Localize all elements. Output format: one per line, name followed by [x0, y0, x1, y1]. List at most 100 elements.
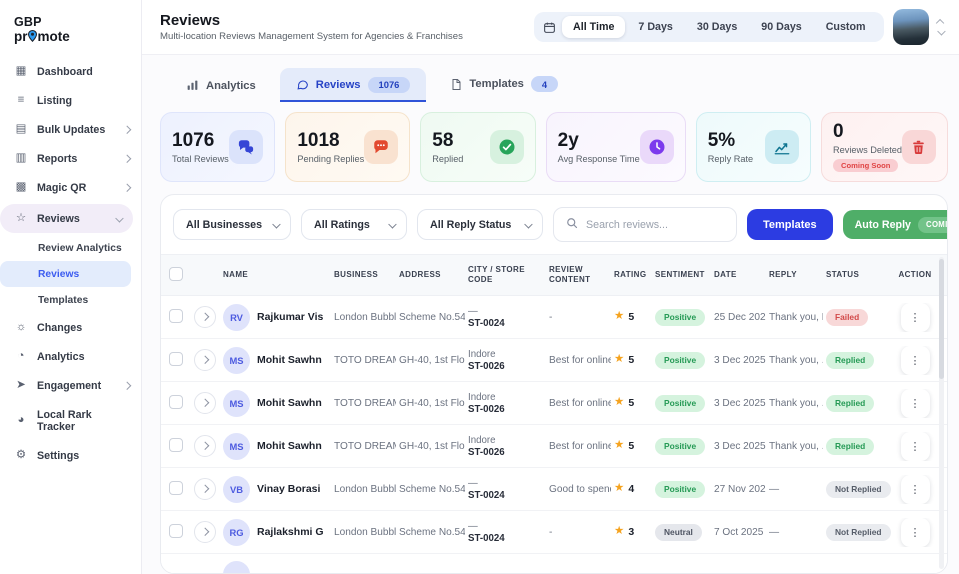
reviewer-avatar: MS	[223, 347, 250, 374]
sidebar-item-bulk-updates[interactable]: ▤ Bulk Updates	[0, 115, 141, 144]
expand-row-button[interactable]	[194, 478, 216, 500]
sidebar-item-dashboard[interactable]: ▦ Dashboard	[0, 57, 141, 86]
sentiment-cell: Positive	[655, 352, 711, 369]
store-code-value: ST-0024	[468, 533, 546, 544]
table-row: RG Rajlakshmi G London Bubble... Scheme …	[161, 511, 947, 554]
tab-count-badge: 4	[531, 76, 558, 92]
sidebar-item-listing[interactable]: ≡ Listing	[0, 86, 141, 115]
table-scrollbar-thumb[interactable]	[939, 259, 944, 379]
store-code-value: ST-0024	[468, 318, 546, 329]
expand-row-button[interactable]	[194, 521, 216, 543]
kebab-menu-icon: ⋮	[910, 526, 921, 539]
tab-bar: Analytics Reviews 1076 Templates 4	[160, 62, 948, 102]
status-cell: Not Replied	[826, 524, 892, 541]
partial-row	[161, 554, 947, 574]
row-checkbox[interactable]	[169, 524, 183, 538]
column-header-reply[interactable]: REPLY	[769, 270, 823, 280]
store-code-value: ST-0026	[468, 361, 546, 372]
sidebar-item-reviews[interactable]: ☆ Reviews	[0, 204, 133, 233]
auto-reply-button[interactable]: Auto Reply COMING SOON	[843, 210, 948, 239]
reviewer-name: Rajkumar Vis	[257, 311, 323, 323]
changes-icon: ☼	[14, 322, 28, 334]
search-input[interactable]	[586, 219, 724, 231]
column-header-address[interactable]: ADDRESS	[399, 270, 465, 280]
ratings-filter-dropdown[interactable]: All Ratings	[301, 209, 407, 240]
sidebar-item-label: Local Rark Tracker	[37, 409, 129, 433]
table-header: NAME BUSINESS ADDRESS CITY / STORE CODE …	[161, 254, 947, 296]
column-header-rating[interactable]: RATING	[614, 270, 652, 280]
status-cell: Replied	[826, 395, 892, 412]
column-header-date[interactable]: DATE	[714, 270, 766, 280]
row-actions-button[interactable]: ⋮	[901, 432, 930, 461]
row-actions-button[interactable]: ⋮	[901, 475, 930, 504]
row-checkbox[interactable]	[169, 395, 183, 409]
row-actions-button[interactable]: ⋮	[901, 303, 930, 332]
city-store-cell: — ST-0024	[468, 520, 546, 544]
row-actions-button[interactable]: ⋮	[901, 346, 930, 375]
sidebar-item-changes[interactable]: ☼ Changes	[0, 313, 141, 342]
sidebar-item-reports[interactable]: ▥ Reports	[0, 144, 141, 173]
range-30-days[interactable]: 30 Days	[686, 16, 748, 38]
stat-label: Total Reviews	[172, 154, 229, 164]
reply-status-filter-dropdown[interactable]: All Reply Status	[417, 209, 543, 240]
expand-row-button[interactable]	[194, 306, 216, 328]
chevron-right-icon	[201, 528, 209, 536]
profile-selector-icon[interactable]	[938, 20, 946, 34]
column-header-sentiment[interactable]: SENTIMENT	[655, 270, 711, 280]
range-90-days[interactable]: 90 Days	[750, 16, 812, 38]
range-all-time[interactable]: All Time	[562, 16, 625, 38]
tab-reviews[interactable]: Reviews 1076	[280, 68, 427, 103]
stats-row: 1076 Total Reviews 1018 Pending Replies	[160, 112, 948, 182]
row-actions-button[interactable]: ⋮	[901, 389, 930, 418]
select-all-checkbox[interactable]	[169, 267, 183, 281]
column-header-business[interactable]: BUSINESS	[334, 270, 396, 280]
tab-templates[interactable]: Templates 4	[434, 67, 574, 102]
status-badge: Failed	[826, 309, 868, 326]
row-checkbox[interactable]	[169, 352, 183, 366]
star-icon: ★	[614, 397, 624, 409]
column-header-review-content[interactable]: REVIEW CONTENT	[549, 265, 611, 286]
sidebar-subitem-templates[interactable]: Templates	[0, 287, 141, 313]
column-header-city-store-code[interactable]: CITY / STORE CODE	[468, 265, 546, 286]
range-custom[interactable]: Custom	[815, 16, 877, 38]
sidebar-item-magic-qr[interactable]: ▩ Magic QR	[0, 173, 141, 202]
templates-button[interactable]: Templates	[747, 209, 833, 240]
tab-analytics[interactable]: Analytics	[170, 70, 272, 102]
rating-cell: ★ 4	[614, 483, 652, 495]
sidebar-item-settings[interactable]: ⚙ Settings	[0, 441, 141, 470]
column-header-name[interactable]: NAME	[223, 270, 331, 280]
check-circle-icon	[490, 130, 524, 164]
sidebar-subitem-reviews[interactable]: Reviews	[0, 261, 131, 287]
row-checkbox[interactable]	[169, 309, 183, 323]
expand-row-button[interactable]	[194, 435, 216, 457]
row-actions-button[interactable]: ⋮	[901, 518, 930, 547]
stat-card-total-reviews: 1076 Total Reviews	[160, 112, 275, 182]
range-7-days[interactable]: 7 Days	[627, 16, 683, 38]
pending-bubble-icon	[364, 130, 398, 164]
review-content-cell: Best for online ...	[549, 355, 611, 366]
sidebar-subitem-review-analytics[interactable]: Review Analytics	[0, 235, 141, 261]
sidebar-item-analytics[interactable]: ◔ Analytics	[0, 342, 141, 371]
row-checkbox[interactable]	[169, 481, 183, 495]
businesses-filter-dropdown[interactable]: All Businesses	[173, 209, 291, 240]
status-badge: Replied	[826, 352, 874, 369]
expand-row-button[interactable]	[194, 349, 216, 371]
address-cell: GH-40, 1st Flo...	[399, 441, 465, 452]
chat-bubbles-icon	[229, 130, 263, 164]
reviewer-name: Mohit Sawhn	[257, 440, 322, 452]
sidebar-item-engagement[interactable]: ➤ Engagement	[0, 371, 141, 400]
stat-card-avg-response-time: 2y Avg Response Time	[546, 112, 686, 182]
user-avatar[interactable]	[893, 9, 929, 45]
row-checkbox[interactable]	[169, 438, 183, 452]
table-scrollbar-track[interactable]	[939, 257, 944, 569]
date-cell: 7 Oct 2025	[714, 527, 766, 538]
sidebar-item-local-rank-tracker[interactable]: ◕ Local Rark Tracker	[0, 400, 141, 441]
expand-row-button[interactable]	[194, 392, 216, 414]
city-store-cell: — ST-0024	[468, 305, 546, 329]
reviewer-avatar: RG	[223, 519, 250, 546]
stat-card-replied: 58 Replied	[420, 112, 535, 182]
status-badge: Not Replied	[826, 524, 891, 541]
stat-label: Pending Replies	[297, 154, 364, 164]
reviewer-name: Mohit Sawhn	[257, 397, 322, 409]
column-header-status[interactable]: STATUS	[826, 270, 892, 280]
